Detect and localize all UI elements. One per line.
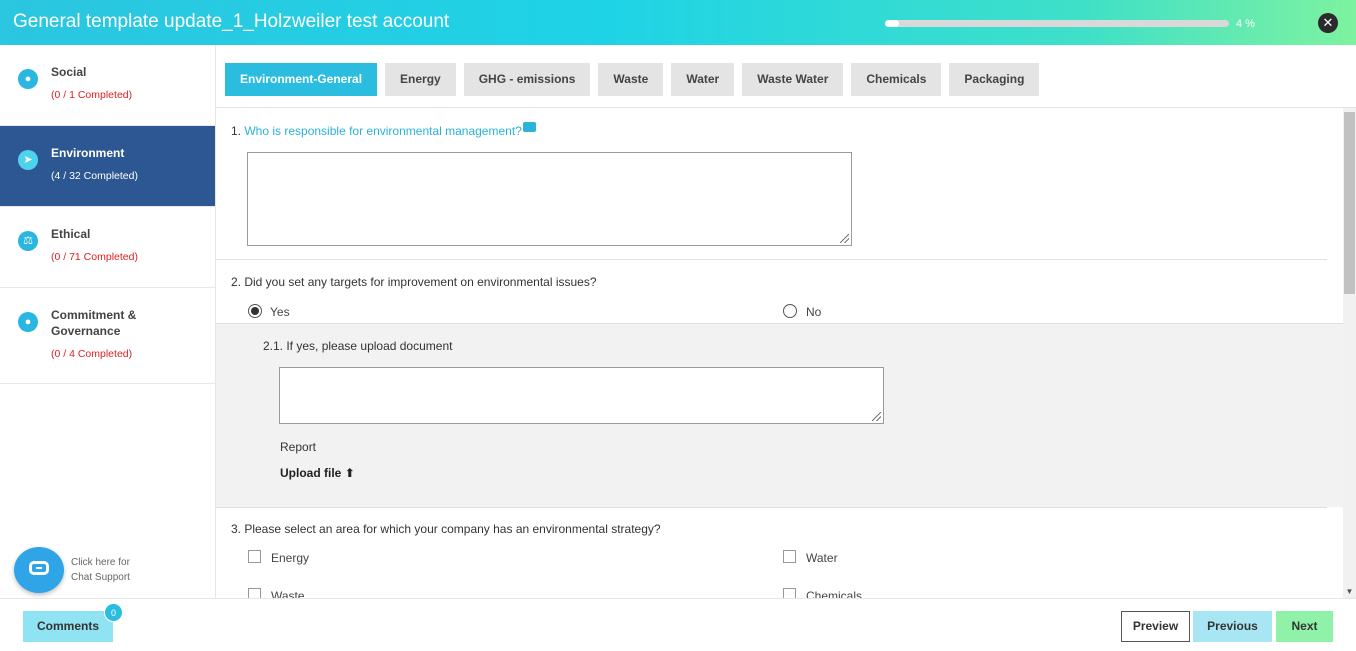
comments-count-badge: 0 (104, 603, 123, 622)
tab-environment-general[interactable]: Environment-General (225, 63, 378, 96)
tab-packaging[interactable]: Packaging (949, 63, 1040, 96)
question-1: 1. Who is responsible for environmental … (231, 122, 536, 138)
content-scrollbar[interactable]: ▼ (1343, 108, 1356, 598)
sidebar-item-count: (0 / 1 Completed) (51, 89, 133, 101)
question-1-text[interactable]: Who is responsible for environmental man… (244, 124, 521, 138)
radio-no[interactable] (783, 304, 797, 318)
sidebar-item-count: (4 / 32 Completed) (51, 170, 138, 182)
sidebar-item-environment[interactable]: ➤ Environment (4 / 32 Completed) (0, 126, 215, 207)
person-icon: ● (18, 312, 38, 332)
question-2-text: 2. Did you set any targets for improveme… (231, 275, 597, 289)
sidebar-item-label: Commitment & Governance (51, 308, 137, 338)
section-tabs: Environment-General Energy GHG - emissio… (225, 63, 1040, 96)
checkbox-energy[interactable] (248, 550, 261, 563)
radio-no-label: No (806, 305, 822, 319)
comments-button[interactable]: Comments (23, 611, 113, 642)
divider (216, 507, 1327, 508)
question-2-1-answer-field[interactable] (279, 367, 884, 424)
file-label: Report (280, 440, 317, 454)
progress-text: 4 % (1236, 18, 1255, 30)
progress-bar (885, 20, 1229, 27)
followup-panel: 2.1. If yes, please upload document Repo… (216, 323, 1343, 507)
sidebar: ● Social (0 / 1 Completed) ➤ Environment… (0, 45, 216, 598)
question-2-1-text: 2.1. If yes, please upload document (263, 339, 453, 353)
previous-button[interactable]: Previous (1193, 611, 1272, 642)
resize-handle-icon[interactable] (840, 234, 849, 243)
close-icon[interactable]: ✕ (1318, 13, 1338, 33)
tab-waste[interactable]: Waste (598, 63, 664, 96)
checkbox-waste-label: Waste (271, 589, 305, 598)
preview-button[interactable]: Preview (1121, 611, 1190, 642)
header-bar: General template update_1_Holzweiler tes… (0, 0, 1356, 45)
chat-support-text[interactable]: Click here for Chat Support (71, 555, 151, 585)
question-number: 1. (231, 124, 242, 138)
tab-ghg-emissions[interactable]: GHG - emissions (463, 63, 591, 96)
scrollbar-thumb[interactable] (1344, 112, 1355, 294)
chat-support-button[interactable] (14, 547, 64, 593)
comment-icon[interactable] (522, 122, 536, 132)
sidebar-item-count: (0 / 4 Completed) (51, 348, 133, 360)
radio-yes-label: Yes (270, 305, 290, 319)
tab-energy[interactable]: Energy (385, 63, 456, 96)
sidebar-item-social[interactable]: ● Social (0 / 1 Completed) (0, 45, 215, 126)
resize-handle-icon[interactable] (872, 412, 881, 421)
checkbox-chemicals[interactable] (783, 588, 796, 598)
question-1-answer-field[interactable] (247, 152, 852, 246)
person-icon: ● (18, 69, 38, 89)
chat-icon (29, 561, 49, 575)
checkbox-water[interactable] (783, 550, 796, 563)
checkbox-waste[interactable] (248, 588, 261, 598)
sidebar-item-commitment-governance[interactable]: ● Commitment & Governance (0 / 4 Complet… (0, 288, 215, 384)
page-title: General template update_1_Holzweiler tes… (13, 11, 450, 32)
leaf-icon: ➤ (18, 150, 38, 170)
sidebar-item-label: Environment (51, 146, 125, 160)
question-3-text: 3. Please select an area for which your … (231, 522, 661, 536)
upload-file-button[interactable]: Upload file ⬆ (280, 466, 355, 480)
tab-water[interactable]: Water (671, 63, 735, 96)
next-button[interactable]: Next (1276, 611, 1333, 642)
questionnaire-content: 1. Who is responsible for environmental … (216, 108, 1343, 598)
checkbox-water-label: Water (806, 551, 838, 565)
divider (216, 259, 1327, 260)
sidebar-item-count: (0 / 71 Completed) (51, 251, 138, 263)
scale-icon: ⚖ (18, 231, 38, 251)
tab-waste-water[interactable]: Waste Water (742, 63, 844, 96)
tab-chemicals[interactable]: Chemicals (851, 63, 942, 96)
upload-icon: ⬆ (344, 466, 355, 480)
checkbox-energy-label: Energy (271, 551, 310, 565)
sidebar-item-ethical[interactable]: ⚖ Ethical (0 / 71 Completed) (0, 207, 215, 288)
progress-fill (885, 20, 899, 27)
upload-file-label: Upload file (280, 466, 342, 480)
footer-bar: Comments 0 Preview Previous Next (0, 598, 1356, 651)
sidebar-item-label: Ethical (51, 227, 91, 241)
checkbox-chemicals-label: Chemicals (806, 589, 863, 598)
sidebar-item-label: Social (51, 65, 87, 79)
chevron-down-icon[interactable]: ▼ (1344, 587, 1355, 597)
radio-yes[interactable] (248, 304, 262, 318)
